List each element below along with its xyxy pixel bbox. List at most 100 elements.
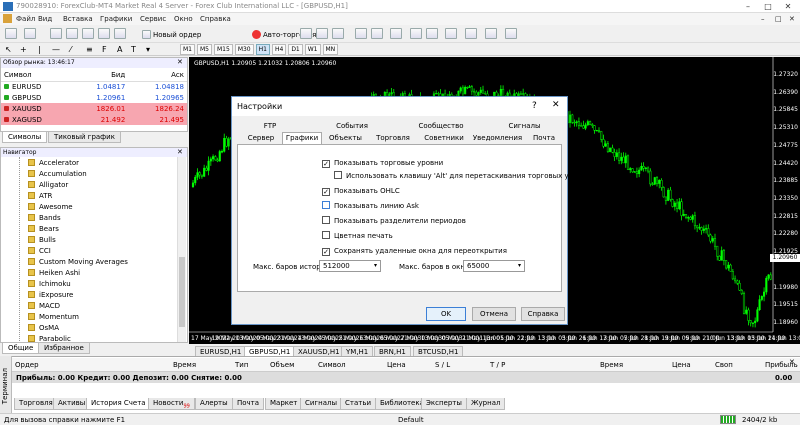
tab-trading[interactable]: Торговля	[368, 133, 418, 144]
table-row[interactable]: GBPUSD 1.20961 1.20965	[1, 92, 187, 103]
navigator-item[interactable]: Bands	[28, 213, 61, 224]
trendline-icon[interactable]: ⁄	[70, 45, 71, 54]
crosshair-icon[interactable]	[505, 28, 517, 39]
tab-tick-chart[interactable]: Тиковый график	[48, 132, 121, 143]
tf-h4[interactable]: H4	[271, 44, 287, 55]
table-row[interactable]: XAUUSD 1826.01 1826.24	[1, 103, 187, 114]
tf-m15[interactable]: M15	[214, 44, 233, 55]
help-icon[interactable]: ?	[532, 101, 537, 111]
navigator-item[interactable]: Accelerator	[28, 158, 79, 169]
col-time[interactable]: Время	[173, 361, 196, 369]
col-swap[interactable]: Своп	[715, 361, 733, 369]
col-ask[interactable]: Аск	[128, 70, 187, 82]
tab-mailbox[interactable]: Почта	[232, 398, 265, 410]
col-sl[interactable]: S / L	[435, 361, 450, 369]
chart-shift-icon[interactable]	[426, 28, 438, 39]
menu-insert[interactable]: Вставка	[63, 15, 93, 23]
col-price[interactable]: Цена	[387, 361, 406, 369]
col-type[interactable]: Тип	[235, 361, 248, 369]
navigator-item[interactable]: Momentum	[28, 312, 79, 323]
checkbox-show-ask-line[interactable]: Показывать линию Ask	[322, 201, 419, 211]
tab-alerts[interactable]: Алерты	[195, 398, 233, 410]
tab-symbols[interactable]: Символы	[2, 132, 48, 143]
help-button[interactable]: Справка	[521, 307, 565, 321]
vertical-line-icon[interactable]: |	[38, 45, 41, 54]
close-icon[interactable]: ✕	[177, 58, 183, 66]
channel-icon[interactable]: ≡	[86, 45, 93, 54]
menu-file[interactable]: Файл	[16, 15, 35, 23]
navigator-item[interactable]: MACD	[28, 301, 60, 312]
max-bars-window-select[interactable]: 65000 ▾	[463, 260, 525, 272]
menu-charts[interactable]: Графики	[100, 15, 132, 23]
menu-window[interactable]: Окно	[174, 15, 193, 23]
balance-row[interactable]: Прибыль: 0.00 Кредит: 0.00 Депозит: 0.00…	[12, 372, 800, 383]
navigator-item[interactable]: Accumulation	[28, 169, 87, 180]
new-order-button[interactable]: Новый ордер	[138, 28, 205, 41]
col-symbol[interactable]: Символ	[1, 70, 70, 82]
tile-windows-icon[interactable]	[390, 28, 402, 39]
terminal-close-icon[interactable]: ✕	[789, 358, 795, 366]
tab-market[interactable]: Маркет	[265, 398, 303, 410]
horizontal-line-icon[interactable]: —	[52, 45, 60, 54]
col-order[interactable]: Ордер	[15, 361, 39, 369]
crosshair-tool-icon[interactable]: +	[20, 45, 27, 54]
tab-ftp[interactable]: FTP	[255, 121, 285, 132]
table-row[interactable]: EURUSD 1.04817 1.04818	[1, 81, 187, 92]
navigator-item[interactable]: OsMA	[28, 323, 59, 334]
tab-server[interactable]: Сервер	[241, 133, 281, 144]
col-close-price[interactable]: Цена	[672, 361, 691, 369]
arrow-tool-icon[interactable]: ▾	[146, 45, 150, 54]
new-chart-icon[interactable]	[5, 28, 17, 39]
cancel-button[interactable]: Отмена	[472, 307, 516, 321]
col-close-time[interactable]: Время	[600, 361, 623, 369]
profiles-icon[interactable]	[24, 28, 36, 39]
tab-news[interactable]: Новости99	[148, 398, 195, 410]
tab-community[interactable]: Сообщество	[411, 121, 471, 132]
market-watch-icon[interactable]	[50, 28, 62, 39]
col-tp[interactable]: T / P	[490, 361, 505, 369]
tab-notifications[interactable]: Уведомления	[470, 133, 525, 144]
navigator-scrollbar[interactable]	[177, 157, 186, 343]
tab-objects[interactable]: Объекты	[324, 133, 367, 144]
navigator-item[interactable]: Bulls	[28, 235, 56, 246]
mdi-restore-icon[interactable]: □	[775, 15, 782, 23]
col-bid[interactable]: Бид	[69, 70, 129, 82]
zoom-out-icon[interactable]	[371, 28, 383, 39]
tab-articles[interactable]: Статьи	[340, 398, 377, 410]
tf-w1[interactable]: W1	[304, 44, 321, 55]
tab-assets[interactable]: Активы	[53, 398, 91, 410]
checkbox-show-ohlc[interactable]: ✓ Показывать OHLC	[322, 186, 400, 196]
navigator-item[interactable]: Alligator	[28, 180, 68, 191]
tab-experts[interactable]: Эксперты	[421, 398, 467, 410]
tf-mn[interactable]: MN	[322, 44, 339, 55]
data-window-icon[interactable]	[66, 28, 78, 39]
tf-m1[interactable]: M1	[180, 44, 195, 55]
checkbox-save-deleted-windows[interactable]: ✓ Сохранять удаленные окна для переоткрыт…	[322, 246, 507, 256]
close-icon[interactable]: ✕	[778, 0, 798, 13]
menu-tools[interactable]: Сервис	[140, 15, 166, 23]
line-chart-icon[interactable]	[332, 28, 344, 39]
table-row[interactable]: XAGUSD 21.492 21.495	[1, 114, 187, 125]
navigator-item[interactable]: ATR	[28, 191, 52, 202]
tab-trade[interactable]: Торговля	[14, 398, 58, 410]
navigator-item[interactable]: CCI	[28, 246, 51, 257]
navigator-item[interactable]: Custom Moving Averages	[28, 257, 128, 268]
tf-d1[interactable]: D1	[288, 44, 303, 55]
terminal-icon[interactable]	[98, 28, 110, 39]
mdi-minimize-icon[interactable]: –	[761, 15, 765, 23]
candles-icon[interactable]	[316, 28, 328, 39]
menu-help[interactable]: Справка	[200, 15, 231, 23]
text-tool-icon[interactable]: A	[117, 45, 122, 54]
tab-advisors[interactable]: Советники	[419, 133, 469, 144]
label-tool-icon[interactable]: T	[131, 45, 136, 54]
navigator-icon[interactable]	[82, 28, 94, 39]
navigator-item[interactable]: Heiken Ashi	[28, 268, 80, 279]
tab-journal[interactable]: Журнал	[466, 398, 506, 410]
auto-scroll-icon[interactable]	[410, 28, 422, 39]
tab-favorites[interactable]: Избранное	[38, 343, 90, 354]
max-bars-history-select[interactable]: 512000 ▾	[319, 260, 381, 272]
templates-icon[interactable]	[485, 28, 497, 39]
strategy-tester-icon[interactable]	[114, 28, 126, 39]
tf-m30[interactable]: M30	[234, 44, 254, 55]
tab-signals[interactable]: Сигналы	[300, 398, 342, 410]
